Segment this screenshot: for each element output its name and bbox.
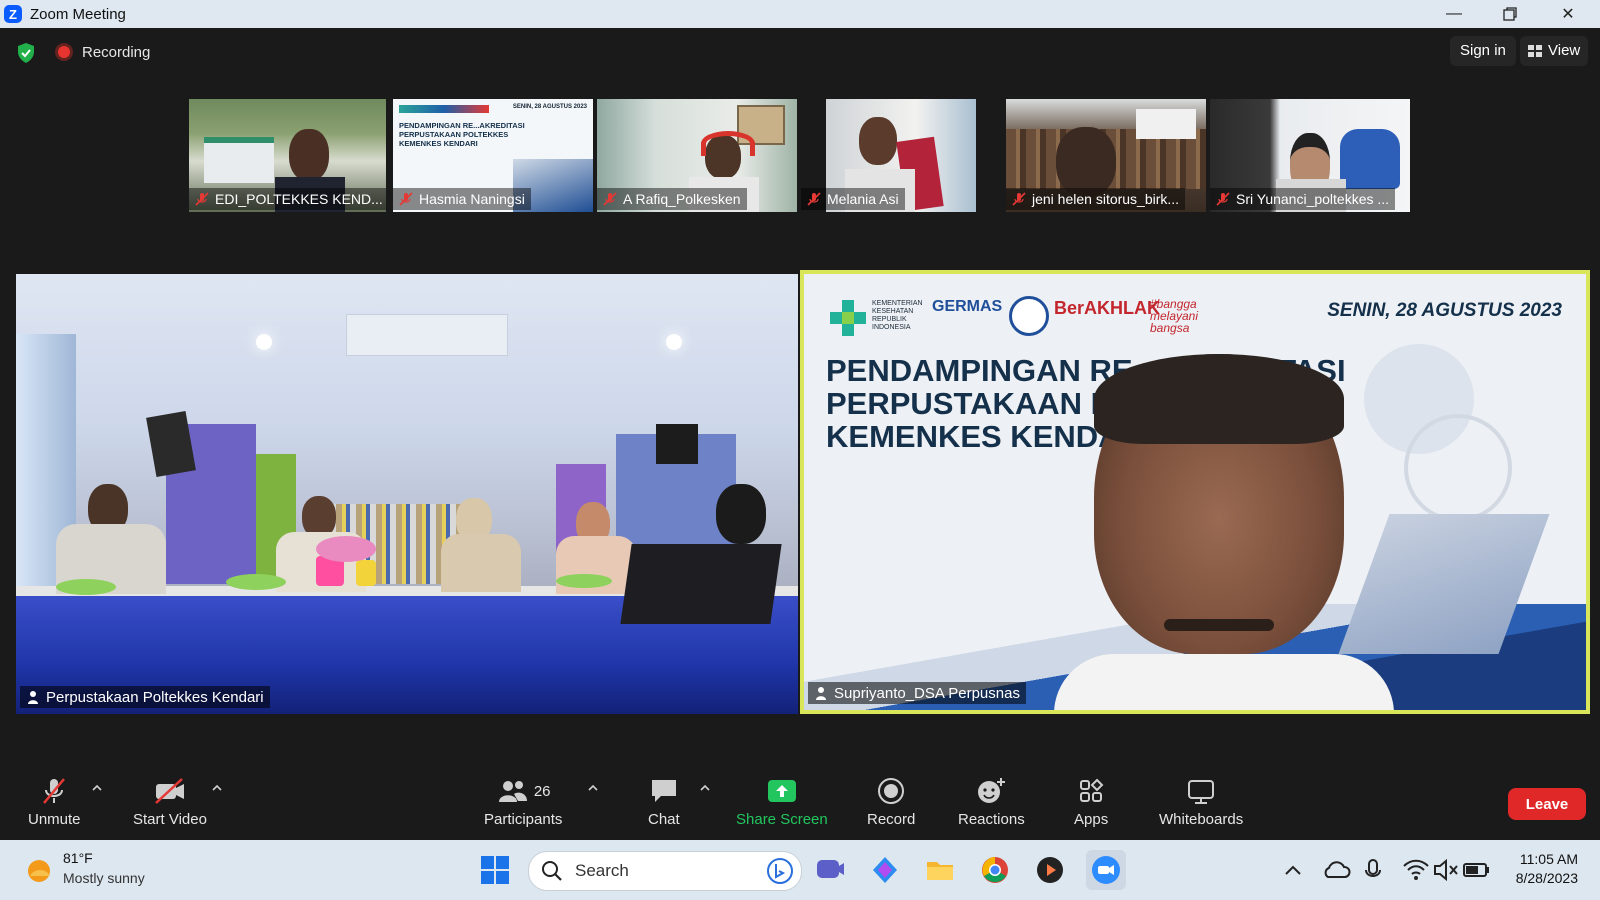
participant-name-tag: Supriyanto_DSA Perpusnas	[808, 682, 1026, 704]
germas-logo: GERMAS	[932, 298, 1003, 315]
start-video-button[interactable]: Start Video	[133, 776, 207, 828]
file-explorer-icon[interactable]	[924, 854, 956, 886]
apps-icon	[1080, 778, 1104, 802]
volume-muted-icon[interactable]	[1430, 854, 1462, 886]
copilot-icon[interactable]	[869, 854, 901, 886]
video-tile-library[interactable]: Perpustakaan Poltekkes Kendari	[16, 274, 798, 714]
chat-icon	[651, 780, 676, 802]
chevron-up-icon[interactable]	[699, 782, 711, 794]
whiteboards-button[interactable]: Whiteboards	[1159, 776, 1243, 828]
kemenkes-logo	[828, 298, 868, 338]
spotlight-person-icon	[816, 687, 826, 700]
participant-name-tag: jeni helen sitorus_birk...	[1006, 188, 1186, 210]
bing-icon	[767, 858, 793, 884]
participant-name-tag: Sri Yunanci_poltekkes ...	[1210, 188, 1396, 210]
restore-button[interactable]	[1482, 0, 1538, 28]
window-title: Zoom Meeting	[30, 5, 126, 23]
search-icon	[542, 861, 562, 881]
share-screen-icon	[767, 780, 796, 802]
participant-name-tag: A Rafiq_Polkesken	[597, 188, 747, 210]
record-icon	[878, 778, 905, 804]
grid-view-icon	[1528, 45, 1542, 57]
zoom-taskbar-button[interactable]	[1086, 850, 1126, 890]
chevron-up-icon[interactable]	[587, 782, 599, 794]
minimize-button[interactable]: —	[1426, 0, 1482, 28]
share-screen-button[interactable]: Share Screen	[736, 776, 828, 828]
view-button[interactable]: View	[1520, 36, 1589, 66]
mic-muted-icon	[195, 192, 209, 206]
teams-chat-icon[interactable]	[814, 854, 846, 886]
view-label: View	[1548, 42, 1581, 59]
bangga-melayani-logo: #bangga melayani bangsa	[1150, 297, 1199, 335]
record-button[interactable]: Record	[867, 776, 915, 828]
spotlight-person-icon	[28, 691, 38, 704]
recording-label[interactable]: Recording	[82, 44, 150, 61]
chrome-icon[interactable]	[979, 854, 1011, 886]
participants-icon	[498, 781, 527, 802]
participant-name-tag: Hasmia Naningsi	[393, 188, 531, 210]
media-player-icon[interactable]	[1034, 854, 1066, 886]
mic-muted-icon	[807, 192, 821, 206]
apps-button[interactable]: Apps	[1074, 776, 1108, 828]
participants-count: 26	[533, 782, 551, 800]
weather-temperature[interactable]: 81°F	[63, 850, 93, 866]
emblem-logo	[1009, 296, 1049, 336]
restore-icon	[1503, 7, 1517, 21]
wifi-icon[interactable]	[1400, 854, 1432, 886]
onedrive-cloud-icon[interactable]	[1320, 854, 1352, 886]
zoom-app-icon	[1092, 856, 1120, 884]
slide-date: SENIN, 28 AGUSTUS 2023	[1327, 300, 1562, 321]
whiteboard-icon	[1188, 780, 1215, 804]
participant-name-tag: Perpustakaan Poltekkes Kendari	[20, 686, 270, 708]
berakhlak-logo: BerAKHLAK	[1054, 298, 1161, 318]
weather-description[interactable]: Mostly sunny	[63, 870, 145, 886]
participant-thumbnail[interactable]: jeni helen sitorus_birk...	[1006, 99, 1206, 212]
mic-muted-icon	[603, 192, 617, 206]
meeting-toolbar: Unmute Start Video 26 Participants Chat …	[0, 770, 1600, 840]
mic-muted-icon	[1216, 192, 1230, 206]
participants-button[interactable]: 26 Participants	[484, 776, 562, 828]
sign-in-button[interactable]: Sign in	[1450, 36, 1516, 66]
zoom-logo-icon: Z	[4, 5, 22, 23]
reactions-button[interactable]: Reactions	[958, 776, 1025, 828]
weather-sun-icon[interactable]	[24, 856, 54, 886]
leave-button[interactable]: Leave	[1508, 788, 1586, 820]
close-button[interactable]: ✕	[1540, 0, 1596, 28]
security-shield-icon[interactable]	[16, 42, 36, 64]
taskbar-search-input[interactable]: Search	[528, 851, 802, 891]
chevron-up-icon[interactable]	[91, 782, 103, 794]
reactions-smiley-icon	[978, 778, 1006, 803]
participant-name-tag: Melania Asi	[801, 188, 905, 210]
taskbar-clock[interactable]: 11:05 AM 8/28/2023	[1516, 850, 1578, 888]
windows-taskbar: 81°F Mostly sunny Search 11:05 AM 8/28/2…	[0, 840, 1600, 900]
unmute-button[interactable]: Unmute	[28, 776, 81, 828]
participant-thumbnail[interactable]: Melania Asi	[801, 99, 977, 212]
chevron-up-icon[interactable]	[211, 782, 223, 794]
mic-muted-icon	[43, 778, 66, 804]
battery-icon[interactable]	[1460, 854, 1492, 886]
clock-time: 11:05 AM	[1519, 851, 1578, 867]
video-off-icon	[155, 778, 184, 804]
participant-thumbnail[interactable]: A Rafiq_Polkesken	[597, 99, 797, 212]
participant-thumbnail[interactable]: Sri Yunanci_poltekkes ...	[1210, 99, 1410, 212]
chevron-up-icon[interactable]	[1282, 854, 1304, 886]
search-placeholder: Search	[575, 861, 629, 880]
mic-muted-icon	[1012, 192, 1026, 206]
clock-date: 8/28/2023	[1515, 870, 1578, 886]
meeting-topbar: Recording Sign in View	[0, 28, 1600, 78]
participant-thumbnail[interactable]: SENIN, 28 AGUSTUS 2023 PENDAMPINGAN RE..…	[393, 99, 593, 212]
mic-muted-icon	[399, 192, 413, 206]
participant-name-tag: EDI_POLTEKKES KEND...	[189, 188, 386, 210]
microphone-icon[interactable]	[1362, 854, 1384, 886]
windows-start-icon[interactable]	[479, 854, 511, 886]
participant-thumbnail[interactable]: EDI_POLTEKKES KEND...	[189, 99, 386, 212]
recording-icon	[58, 46, 70, 58]
video-tile-active-speaker[interactable]: KEMENTERIAN KESEHATAN REPUBLIK INDONESIA…	[800, 270, 1590, 714]
chat-button[interactable]: Chat	[648, 776, 680, 828]
window-titlebar: Z Zoom Meeting — ✕	[0, 0, 1600, 28]
